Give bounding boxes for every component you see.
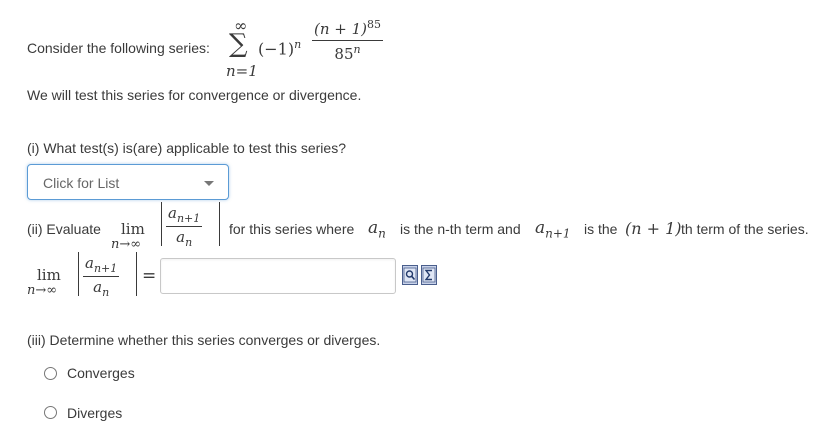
test-list-dropdown[interactable]: Click for List bbox=[27, 164, 229, 200]
part2-text-c: is the bbox=[584, 221, 618, 237]
diverges-label[interactable]: Diverges bbox=[67, 405, 122, 421]
abs-ratio: an+1 an bbox=[161, 202, 220, 249]
n-plus-1: (n + 1) bbox=[625, 219, 682, 238]
an-symbol: an bbox=[368, 218, 386, 241]
term-denominator: 85n bbox=[334, 43, 361, 63]
answer-limit-label: lim bbox=[37, 266, 61, 284]
chevron-down-icon bbox=[204, 181, 214, 186]
equals-sign: = bbox=[142, 266, 157, 286]
sigma-icon[interactable] bbox=[421, 265, 437, 285]
converges-radio[interactable] bbox=[44, 367, 57, 380]
intro-statement: We will test this series for convergence… bbox=[27, 87, 362, 103]
converges-label[interactable]: Converges bbox=[67, 365, 135, 381]
limit-subscript: n→∞ bbox=[111, 237, 142, 252]
part3-question: (iii) Determine whether this series conv… bbox=[27, 332, 381, 348]
dropdown-label: Click for List bbox=[43, 175, 120, 191]
part2-text-a: for this series where bbox=[229, 221, 355, 237]
an1-symbol: an+1 bbox=[535, 218, 571, 241]
term-sign: (−1)n bbox=[258, 38, 302, 59]
term-numerator: (n + 1)85 bbox=[314, 18, 382, 38]
limit-label: lim bbox=[121, 220, 145, 238]
diverges-radio[interactable] bbox=[44, 406, 57, 419]
answer-limit-subscript: n→∞ bbox=[27, 283, 58, 298]
sum-symbol: ∑ bbox=[229, 29, 248, 59]
intro-prefix: Consider the following series: bbox=[27, 40, 210, 56]
part2-text-b: is the n-th term and bbox=[400, 221, 521, 237]
part2-text-d: th term of the series. bbox=[681, 221, 809, 237]
answer-abs-ratio: an+1 an bbox=[78, 252, 137, 299]
term-fraction: (n + 1)85 85n bbox=[312, 18, 384, 63]
part1-question: (i) What test(s) is(are) applicable to t… bbox=[27, 140, 346, 156]
preview-icon[interactable] bbox=[402, 265, 418, 285]
sum-lower-limit: n=1 bbox=[226, 62, 258, 80]
limit-answer-input[interactable] bbox=[160, 258, 396, 294]
part2-prefix: (ii) Evaluate bbox=[27, 221, 101, 237]
